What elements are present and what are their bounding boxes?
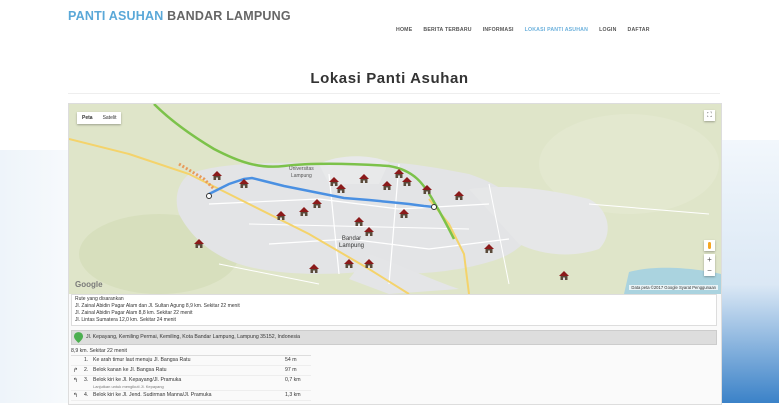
direction-step[interactable]: ↰ 3. Belok kiri ke Jl. Kepayang/Jl. Pram… xyxy=(71,376,311,391)
brand-part1: PANTI ASUHAN xyxy=(68,9,164,23)
house-marker-icon[interactable] xyxy=(194,239,204,248)
step-distance: 1,3 km xyxy=(285,392,301,398)
house-marker-icon[interactable] xyxy=(359,174,369,183)
map-type-control: Peta Satelit xyxy=(77,112,122,124)
map-type-peta-button[interactable]: Peta xyxy=(77,112,98,124)
house-marker-icon[interactable] xyxy=(354,217,364,226)
route-endpoint-icon xyxy=(206,193,212,199)
zoom-control: + − xyxy=(704,254,715,276)
step-distance: 97 m xyxy=(285,367,297,373)
step-number: 2. xyxy=(84,367,89,373)
nav-berita-terbaru[interactable]: BERITA TERBARU xyxy=(423,27,471,33)
zoom-in-button[interactable]: + xyxy=(704,254,715,265)
direction-step[interactable]: ↱ 2. Belok kanan ke Jl. Bangsa Ratu 97 m xyxy=(71,366,311,376)
house-marker-icon[interactable] xyxy=(312,199,322,208)
house-marker-icon[interactable] xyxy=(402,177,412,186)
route-endpoint-icon xyxy=(431,204,437,210)
turn-left-icon: ↰ xyxy=(73,393,79,399)
google-map[interactable]: Bandar Lampung Universitas Lampung Peta … xyxy=(69,104,721,294)
map-markers xyxy=(194,169,569,280)
house-marker-icon[interactable] xyxy=(382,181,392,190)
step-instruction: Ke arah timur laut menuju Jl. Bangsa Rat… xyxy=(93,357,191,363)
step-distance: 0,7 km xyxy=(285,377,301,383)
house-marker-icon[interactable] xyxy=(394,169,404,178)
house-marker-icon[interactable] xyxy=(344,259,354,268)
step-instruction: Belok kiri ke Jl. Jend. Sudirman Manna/J… xyxy=(93,392,212,398)
route-option[interactable]: Jl. Zainal Abidin Pagar Alam dan Jl. Sul… xyxy=(75,303,713,310)
green-pin-icon xyxy=(74,332,83,343)
house-marker-icon[interactable] xyxy=(559,271,569,280)
page-title: Lokasi Panti Asuhan xyxy=(310,70,469,87)
step-note: Lanjutkan untuk mengikuti Jl. Kepayang xyxy=(93,384,164,389)
turn-left-icon: ↰ xyxy=(73,378,79,384)
main-nav: HOME BERITA TERBARU INFORMASI LOKASI PAN… xyxy=(396,27,650,33)
step-number: 1. xyxy=(84,357,89,363)
house-marker-icon[interactable] xyxy=(399,209,409,218)
background-left xyxy=(0,150,70,403)
nav-informasi[interactable]: INFORMASI xyxy=(483,27,514,33)
fullscreen-icon[interactable]: ⛶ xyxy=(704,110,715,121)
house-marker-icon[interactable] xyxy=(364,259,374,268)
zoom-out-button[interactable]: − xyxy=(704,265,715,276)
direction-steps: 1. Ke arah timur laut menuju Jl. Bangsa … xyxy=(71,355,311,401)
brand-part2: BANDAR LAMPUNG xyxy=(167,9,291,23)
step-distance: 54 m xyxy=(285,357,297,363)
house-marker-icon[interactable] xyxy=(364,227,374,236)
site-brand[interactable]: PANTI ASUHAN BANDAR LAMPUNG xyxy=(68,9,291,23)
destination-bar: Jl. Kepayang, Kemiling Permai, Kemiling,… xyxy=(71,330,717,345)
direction-step[interactable]: ↰ 4. Belok kiri ke Jl. Jend. Sudirman Ma… xyxy=(71,391,311,401)
house-marker-icon[interactable] xyxy=(299,207,309,216)
google-logo: Google xyxy=(75,280,103,289)
nav-home[interactable]: HOME xyxy=(396,27,412,33)
background-right xyxy=(719,140,779,403)
step-number: 4. xyxy=(84,392,89,398)
turn-right-icon: ↱ xyxy=(73,368,79,374)
routes-header: Rute yang disarankan xyxy=(75,296,124,302)
route-summary: 8,9 km. Sekitar 22 menit xyxy=(71,348,127,354)
suggested-routes: Rute yang disarankan Jl. Zainal Abidin P… xyxy=(71,294,717,326)
map-type-satelit-button[interactable]: Satelit xyxy=(98,112,122,124)
nav-lokasi-panti-asuhan[interactable]: LOKASI PANTI ASUHAN xyxy=(525,27,588,33)
route-option[interactable]: Jl. Lintas Sumatera 12,0 km. Sekitar 24 … xyxy=(75,317,713,324)
house-marker-icon[interactable] xyxy=(212,171,222,180)
house-marker-icon[interactable] xyxy=(454,191,464,200)
direction-step[interactable]: 1. Ke arah timur laut menuju Jl. Bangsa … xyxy=(71,356,311,366)
nav-login[interactable]: LOGIN xyxy=(599,27,616,33)
nav-daftar[interactable]: DAFTAR xyxy=(628,27,650,33)
map-attribution[interactable]: Data peta ©2017 Google Syarat Penggunaan xyxy=(629,285,718,290)
step-instruction: Belok kanan ke Jl. Bangsa Ratu xyxy=(93,367,167,373)
house-marker-icon[interactable] xyxy=(484,244,494,253)
house-marker-icon[interactable] xyxy=(309,264,319,273)
step-instruction: Belok kiri ke Jl. Kepayang/Jl. Pramuka xyxy=(93,377,182,383)
house-marker-icon[interactable] xyxy=(422,185,432,194)
house-marker-icon[interactable] xyxy=(329,177,339,186)
house-marker-icon[interactable] xyxy=(239,179,249,188)
house-marker-icon[interactable] xyxy=(276,211,286,220)
title-divider xyxy=(68,93,720,94)
step-number: 3. xyxy=(84,377,89,383)
map-section: Bandar Lampung Universitas Lampung Peta … xyxy=(68,103,722,405)
route-option[interactable]: Jl. Zainal Abidin Pagar Alam 8,8 km. Sek… xyxy=(75,310,713,317)
pegman-icon[interactable] xyxy=(704,240,715,251)
destination-address: Jl. Kepayang, Kemiling Permai, Kemiling,… xyxy=(86,334,300,340)
